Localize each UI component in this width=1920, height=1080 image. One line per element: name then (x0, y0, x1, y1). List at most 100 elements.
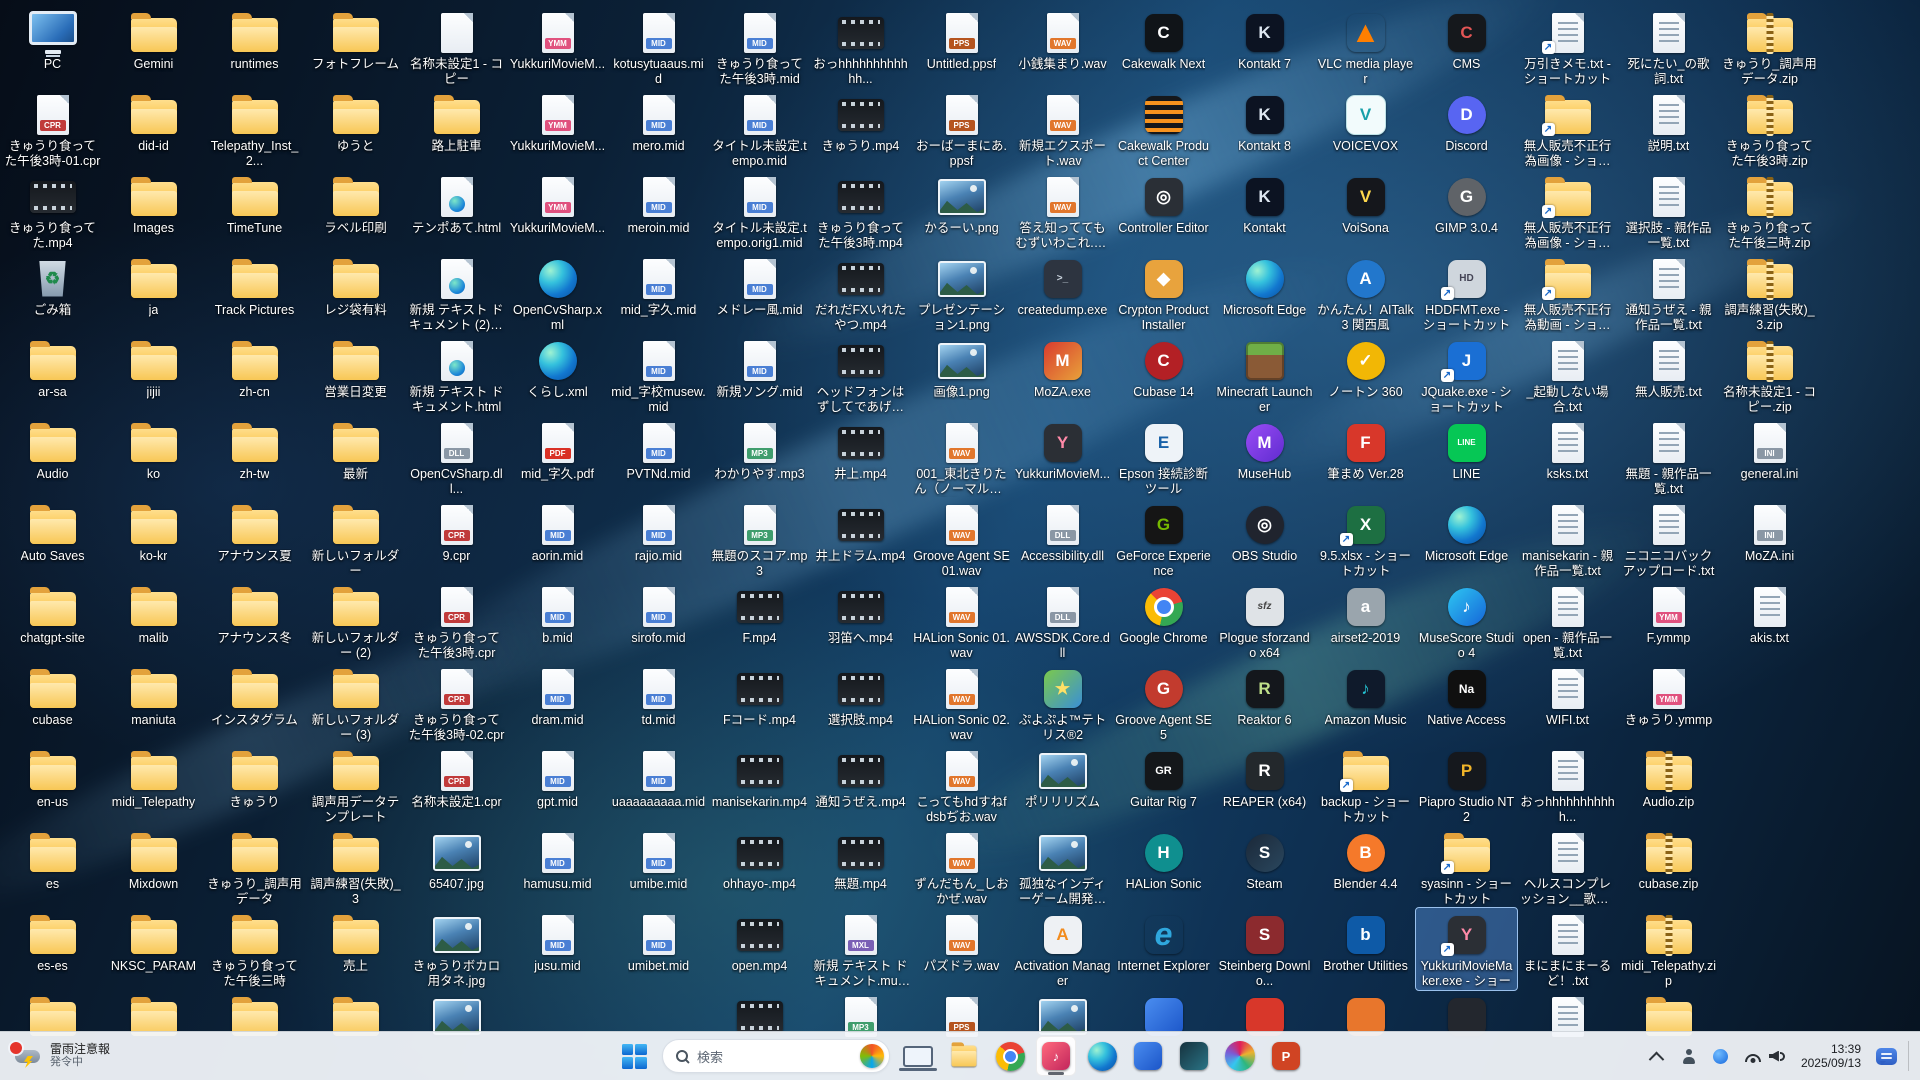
desktop-icon[interactable]: MID uaaaaaaaaa.mid (608, 744, 709, 826)
desktop-icon[interactable]: PC (2, 6, 103, 88)
desktop-icon[interactable]: ksks.txt (1517, 416, 1618, 498)
desktop-icon[interactable]: きゅうり.mp4 (810, 88, 911, 170)
desktop-icon[interactable]: DLL OpenCvSharp.dll... (406, 416, 507, 498)
desktop-icon[interactable]: cubase (2, 662, 103, 744)
desktop-icon[interactable]: manisekarin.mp4 (709, 744, 810, 826)
desktop-icon[interactable]: 名称未設定1 - コピー.zip (1719, 334, 1820, 416)
desktop-icon[interactable]: 無人販売.txt (1618, 334, 1719, 416)
desktop-icon[interactable]: B Blender 4.4 (1315, 826, 1416, 908)
desktop-icon[interactable]: D Discord (1416, 88, 1517, 170)
desktop-icon[interactable]: MID meroin.mid (608, 170, 709, 252)
clock[interactable]: 13:39 2025/09/13 (1795, 1042, 1867, 1070)
desktop-icon[interactable]: MID メドレー風.mid (709, 252, 810, 334)
desktop-icon[interactable]: MID td.mid (608, 662, 709, 744)
desktop-icon[interactable]: 名称未設定1 - コピー (406, 6, 507, 88)
desktop-icon[interactable]: WAV パズドラ.wav (911, 908, 1012, 990)
desktop-icon[interactable]: 調声練習(失敗)_3.zip (1719, 252, 1820, 334)
desktop-icon[interactable]: ko (103, 416, 204, 498)
desktop-icon[interactable]: midi_Telepathy.zip (1618, 908, 1719, 990)
notification-center-button[interactable] (1871, 1038, 1902, 1074)
desktop-icon[interactable]: K Kontakt 8 (1214, 88, 1315, 170)
desktop-icon[interactable]: G GIMP 3.0.4 (1416, 170, 1517, 252)
desktop-icon[interactable]: プレゼンテーション1.png (911, 252, 1012, 334)
desktop-icon[interactable]: MID mid_字久.mid (608, 252, 709, 334)
desktop-icon[interactable]: ohhayo-.mp4 (709, 826, 810, 908)
desktop-icon[interactable]: ↗ 無人販売不正行為画像 - ショートカット (1517, 170, 1618, 252)
desktop-icon[interactable]: A かんたん！AITalk 3 関西風 (1315, 252, 1416, 334)
desktop-icon[interactable]: MID PVTNd.mid (608, 416, 709, 498)
desktop-icon[interactable]: cubase.zip (1618, 826, 1719, 908)
desktop-icon[interactable]: 無題 - 親作品一覧.txt (1618, 416, 1719, 498)
desktop-icon[interactable]: open.mp4 (709, 908, 810, 990)
desktop-icon[interactable]: 調声用データテンプレート (305, 744, 406, 826)
desktop-icon[interactable]: インスタグラム (204, 662, 305, 744)
desktop-icon[interactable]: WAV HALion Sonic 02.wav (911, 662, 1012, 744)
desktop-icon[interactable]: INI MoZA.ini (1719, 498, 1820, 580)
desktop-icon[interactable]: Mixdown (103, 826, 204, 908)
desktop-icon[interactable]: MP3 わかりやす.mp3 (709, 416, 810, 498)
desktop-icon[interactable]: 羽笛へ.mp4 (810, 580, 911, 662)
desktop-icon[interactable]: YMM F.ymmp (1618, 580, 1719, 662)
desktop-icon[interactable]: akis.txt (1719, 580, 1820, 662)
desktop-icon[interactable]: テンポあて.html (406, 170, 507, 252)
desktop-icon[interactable]: MID タイトル未設定.tempo.orig1.mid (709, 170, 810, 252)
weather-widget[interactable]: 雷雨注意報 発令中 (4, 1032, 120, 1080)
desktop-icon[interactable]: きゅうり_調声用データ.zip (1719, 6, 1820, 88)
tray-user-button[interactable] (1675, 1038, 1703, 1074)
desktop-icon[interactable]: Google Chrome (1113, 580, 1214, 662)
desktop-icon[interactable]: C Cakewalk Next (1113, 6, 1214, 88)
desktop-icon[interactable]: 通知うぜえ.mp4 (810, 744, 911, 826)
desktop-icon[interactable]: YMM YukkuriMovieM... (507, 6, 608, 88)
desktop-icon[interactable]: レジ袋有料 (305, 252, 406, 334)
desktop-icon[interactable]: 新しいフォルダー (305, 498, 406, 580)
desktop-icon[interactable]: C Cubase 14 (1113, 334, 1214, 416)
desktop-icon[interactable]: 画像1.png (911, 334, 1012, 416)
desktop-icon[interactable]: H HALion Sonic (1113, 826, 1214, 908)
desktop-icon[interactable]: P Piapro Studio NT2 (1416, 744, 1517, 826)
desktop-icon[interactable]: アナウンス冬 (204, 580, 305, 662)
desktop-icon[interactable]: PPS おーばーまにあ.ppsf (911, 88, 1012, 170)
desktop-icon[interactable]: MID きゅうり食ってた午後3時.mid (709, 6, 810, 88)
taskbar-chrome-button[interactable] (990, 1036, 1030, 1076)
desktop-icon[interactable]: manisekarin - 親作品一覧.txt (1517, 498, 1618, 580)
desktop-icon[interactable]: es-es (2, 908, 103, 990)
desktop-icon[interactable]: かるーい.png (911, 170, 1012, 252)
desktop-icon[interactable]: きゅうり食ってた.mp4 (2, 170, 103, 252)
desktop-icon[interactable]: きゅうりボカロ用タネ.jpg (406, 908, 507, 990)
desktop-icon[interactable]: ▲ VLC media player (1315, 6, 1416, 88)
desktop-icon[interactable]: 調声練習(失敗)_3 (305, 826, 406, 908)
desktop-icon[interactable]: きゅうり食ってた午後三時.zip (1719, 170, 1820, 252)
desktop-icon[interactable]: YMM YukkuriMovieM... (507, 170, 608, 252)
desktop-icon[interactable]: F 筆まめ Ver.28 (1315, 416, 1416, 498)
desktop-icon[interactable]: Na Native Access (1416, 662, 1517, 744)
desktop-icon[interactable]: CPR きゅうり食ってた午後3時-01.cpr (2, 88, 103, 170)
desktop-icon[interactable]: open - 親作品一覧.txt (1517, 580, 1618, 662)
desktop-icon[interactable]: _起動しない場合.txt (1517, 334, 1618, 416)
desktop-icon[interactable]: 新規 テキスト ドキュメント.html (406, 334, 507, 416)
desktop-icon[interactable]: 選択肢.mp4 (810, 662, 911, 744)
desktop-icon[interactable]: CPR きゅうり食ってた午後3時-02.cpr (406, 662, 507, 744)
desktop-icon[interactable]: LINE LINE (1416, 416, 1517, 498)
show-desktop-button[interactable] (1908, 1041, 1914, 1071)
desktop-icon[interactable]: runtimes (204, 6, 305, 88)
desktop-icon[interactable]: Audio.zip (1618, 744, 1719, 826)
desktop-icon[interactable]: 65407.jpg (406, 826, 507, 908)
desktop-icon[interactable]: M MuseHub (1214, 416, 1315, 498)
desktop-icon[interactable]: Y YukkuriMovieM... (1012, 416, 1113, 498)
desktop-icon[interactable]: V VOICEVOX (1315, 88, 1416, 170)
desktop-icon[interactable]: Telepathy_Inst_2... (204, 88, 305, 170)
desktop-icon[interactable]: ★ ぷよぷよ™テトリス®2 (1012, 662, 1113, 744)
desktop-icon[interactable]: ✓ ノートン 360 (1315, 334, 1416, 416)
desktop-icon[interactable]: R Reaktor 6 (1214, 662, 1315, 744)
desktop-icon[interactable]: WAV 新規エクスポート.wav (1012, 88, 1113, 170)
desktop-icon[interactable]: 売上 (305, 908, 406, 990)
desktop-icon[interactable]: Microsoft Edge (1416, 498, 1517, 580)
desktop-icon[interactable]: 無題.mp4 (810, 826, 911, 908)
desktop-icon[interactable]: CPR 名称未設定1.cpr (406, 744, 507, 826)
desktop-icon[interactable]: HD ↗ HDDFMT.exe - ショートカット (1416, 252, 1517, 334)
desktop-icon[interactable]: おっhhhhhhhhhhhh... (810, 6, 911, 88)
desktop-icon[interactable]: WAV 小銭集まり.wav (1012, 6, 1113, 88)
desktop-icon[interactable]: chatgpt-site (2, 580, 103, 662)
desktop-icon[interactable]: ラベル印刷 (305, 170, 406, 252)
taskbar-blue-app-button[interactable] (1128, 1036, 1168, 1076)
